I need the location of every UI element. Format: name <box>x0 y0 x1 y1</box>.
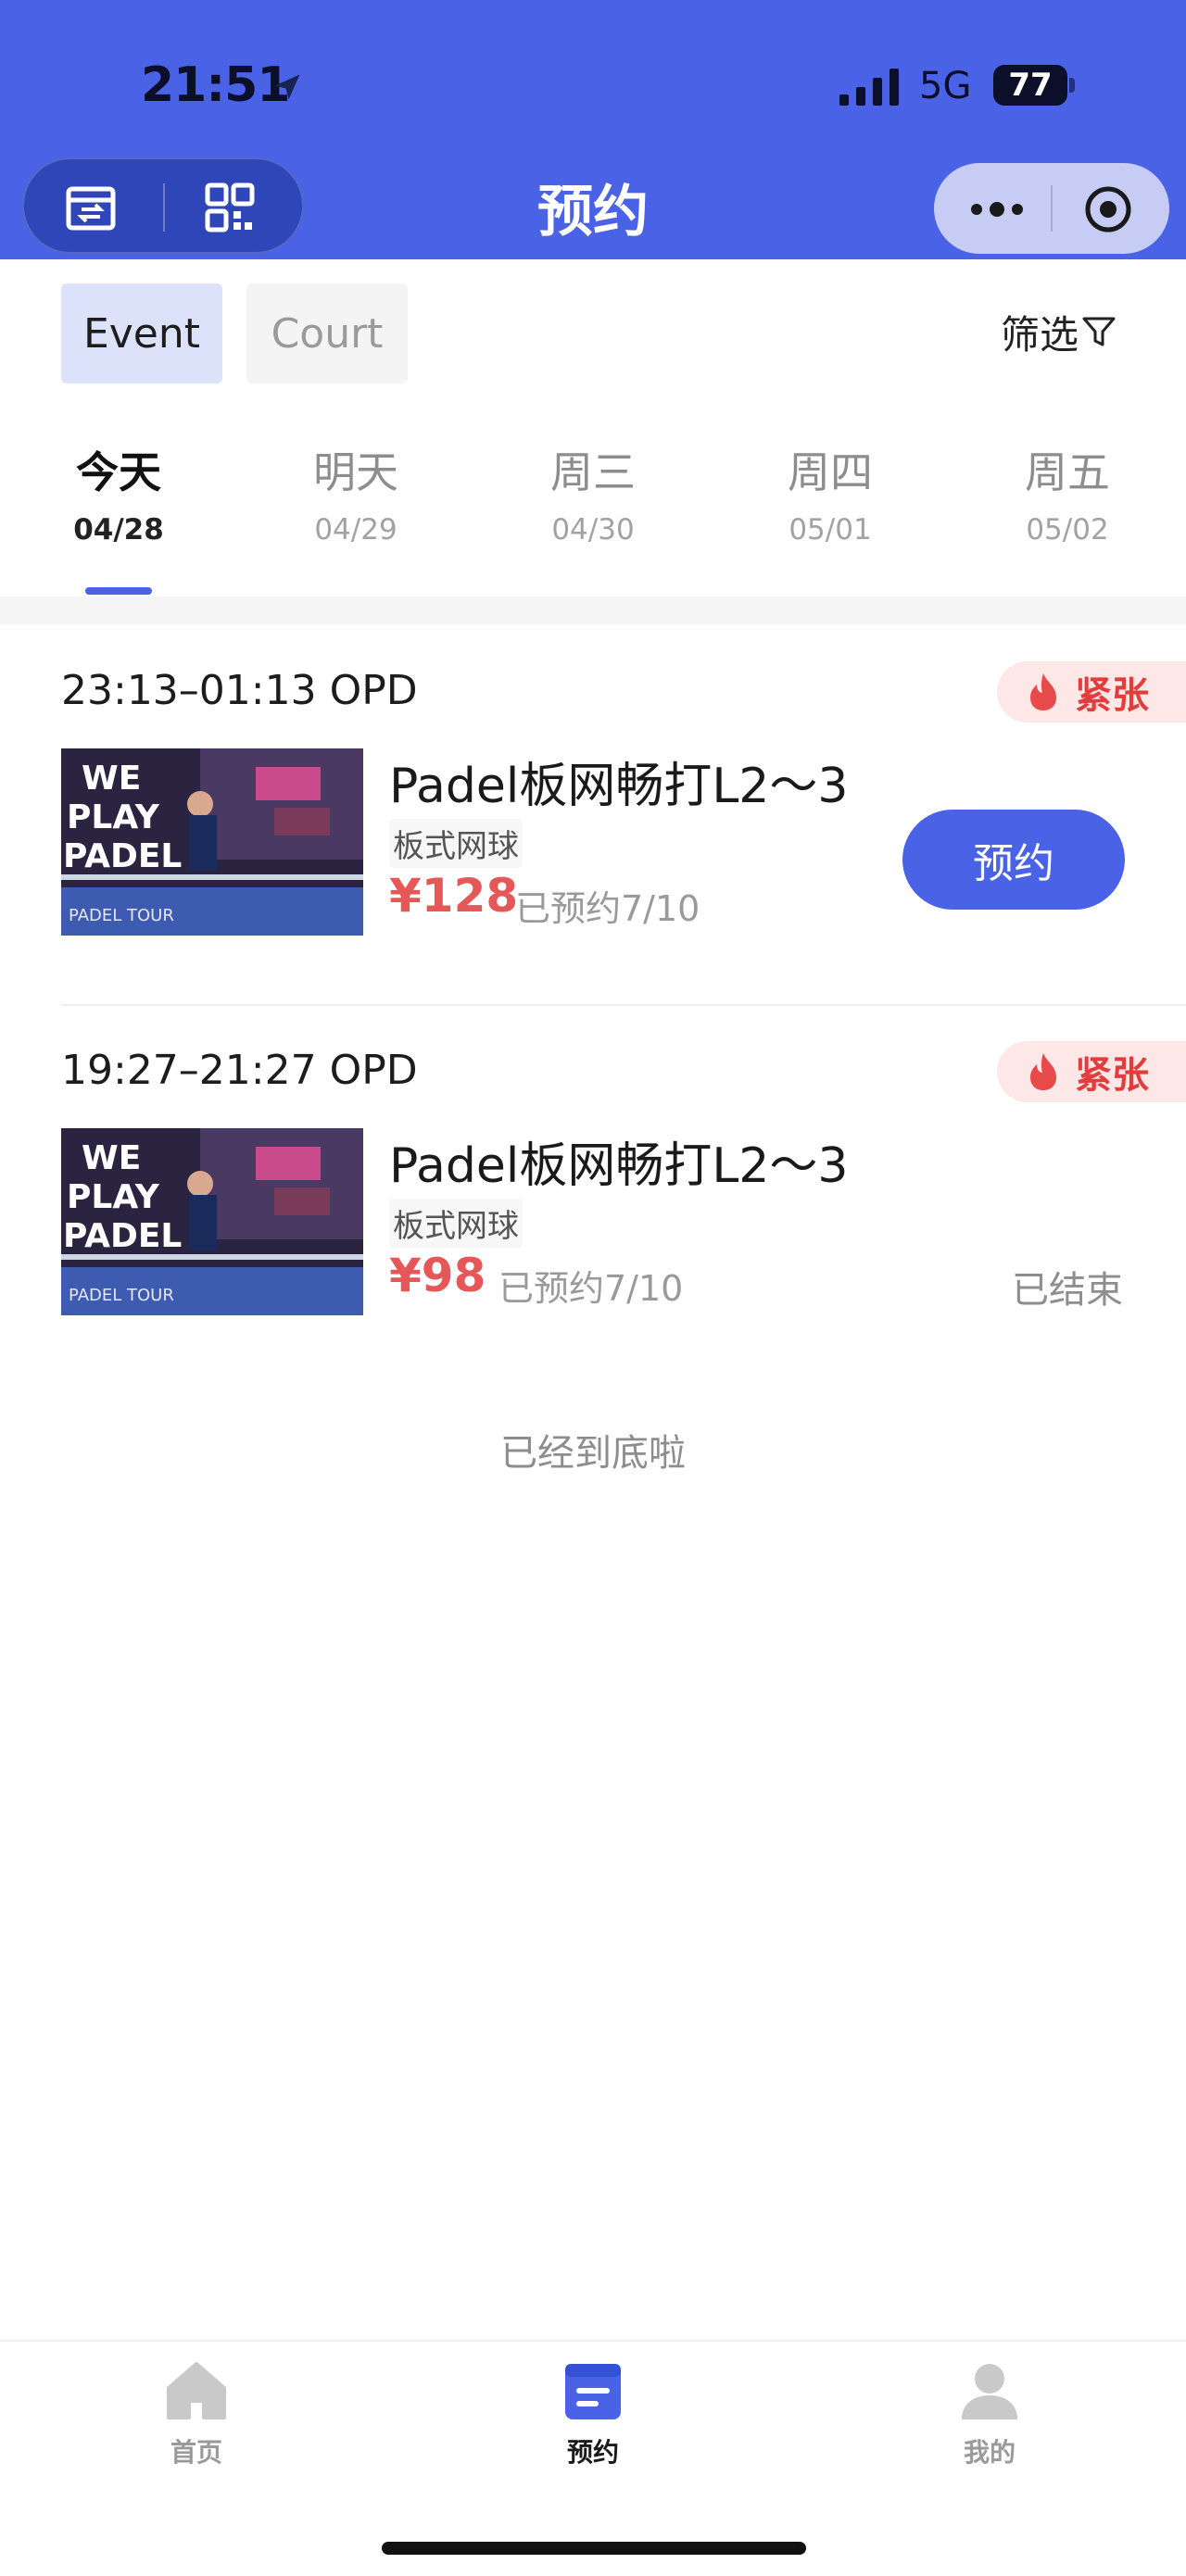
tab-label: 首页 <box>170 2437 222 2468</box>
event-ended-label: 已结束 <box>1012 1269 1123 1312</box>
date-tab-date: 04/30 <box>551 513 635 547</box>
date-tab-date: 05/01 <box>789 513 872 547</box>
date-tab-name: 周四 <box>788 447 873 497</box>
thumb-text-padel: PADEL <box>63 1217 182 1255</box>
event-title: Padel板网畅打L2～3 <box>389 759 849 814</box>
close-mini-program-icon[interactable] <box>1082 183 1134 235</box>
date-tab-wednesday[interactable]: 周三 04/30 <box>510 445 676 547</box>
event-booked-count: 已预约7/10 <box>515 888 700 929</box>
network-type: 5G <box>919 65 972 107</box>
more-options-icon[interactable] <box>967 191 1027 228</box>
event-price: ¥98 <box>389 1249 486 1302</box>
date-tab-thursday[interactable]: 周四 05/01 <box>747 445 914 547</box>
date-tab-date: 04/29 <box>314 513 397 547</box>
thumb-text-we: WE <box>82 760 141 798</box>
fire-icon <box>1030 1053 1056 1090</box>
date-tab-name: 今天 <box>76 447 161 497</box>
event-time-location: 19:27–21:27 OPD <box>61 1047 418 1094</box>
active-date-indicator <box>85 587 152 595</box>
event-title: Padel板网畅打L2～3 <box>389 1138 849 1194</box>
date-tab-name: 明天 <box>313 447 398 497</box>
status-badge-label: 紧张 <box>1075 1054 1149 1097</box>
book-button[interactable]: 预约 <box>902 810 1125 910</box>
date-tab-date: 04/28 <box>73 513 164 547</box>
date-tab-date: 05/02 <box>1026 513 1109 547</box>
bottom-tab-bar: 首页 预约 我的 <box>0 2340 1186 2497</box>
date-tab-name: 周五 <box>1025 447 1110 497</box>
event-card[interactable]: 19:27–21:27 OPD 紧张 WE PLAY PADEL PADEL T… <box>0 1006 1186 1376</box>
thumb-text-we: WE <box>82 1139 141 1177</box>
tab-profile[interactable]: 我的 <box>906 2358 1073 2469</box>
filter-icon <box>1082 317 1116 346</box>
profile-icon <box>962 2364 1017 2419</box>
event-time-location: 23:13–01:13 OPD <box>61 667 418 714</box>
event-thumbnail: WE PLAY PADEL PADEL TOUR <box>61 748 363 936</box>
tab-court[interactable]: Court <box>246 283 408 383</box>
booking-icon <box>565 2364 621 2419</box>
event-tag: 板式网球 <box>389 819 523 868</box>
event-tag: 板式网球 <box>389 1199 523 1248</box>
date-tab-name: 周三 <box>550 447 636 497</box>
status-badge: 紧张 <box>997 661 1186 723</box>
tab-label: 我的 <box>963 2437 1016 2468</box>
thumb-text-tour: PADEL TOUR <box>69 906 174 925</box>
mini-program-capsule <box>934 163 1169 254</box>
event-booked-count: 已预约7/10 <box>498 1268 684 1309</box>
status-badge-label: 紧张 <box>1075 674 1149 717</box>
tab-label: 预约 <box>566 2437 619 2468</box>
location-arrow-icon <box>274 74 300 100</box>
home-indicator <box>382 2542 806 2555</box>
thumb-text-padel: PADEL <box>63 837 182 875</box>
section-divider <box>0 597 1186 624</box>
tab-event[interactable]: Event <box>61 283 222 383</box>
thumb-text-play: PLAY <box>67 798 160 836</box>
thumb-text-play: PLAY <box>67 1178 160 1216</box>
event-thumbnail: WE PLAY PADEL PADEL TOUR <box>61 1128 363 1315</box>
cellular-signal-icon <box>839 69 899 106</box>
top-header: 21:51 5G 77 预约 <box>0 0 1186 259</box>
battery-level: 77 <box>1008 67 1053 104</box>
date-tab-tomorrow[interactable]: 明天 04/29 <box>272 445 439 547</box>
filter-button[interactable]: 筛选 <box>1001 302 1117 361</box>
status-badge: 紧张 <box>997 1041 1186 1102</box>
event-card[interactable]: 23:13–01:13 OPD 紧张 WE PLAY PADEL PADEL T… <box>0 626 1186 1006</box>
tab-booking[interactable]: 预约 <box>510 2358 676 2469</box>
date-tab-today[interactable]: 今天 04/28 <box>35 445 202 547</box>
date-tab-friday[interactable]: 周五 05/02 <box>984 445 1151 547</box>
status-time: 21:51 <box>141 57 291 113</box>
thumb-text-tour: PADEL TOUR <box>69 1286 174 1305</box>
battery-icon: 77 <box>993 65 1075 106</box>
event-price: ¥128 <box>389 869 519 923</box>
home-icon <box>167 2362 226 2419</box>
tab-home[interactable]: 首页 <box>113 2358 280 2469</box>
filter-label: 筛选 <box>1001 311 1079 358</box>
fire-icon <box>1030 673 1056 710</box>
end-of-list-note: 已经到底啦 <box>500 1432 686 1475</box>
